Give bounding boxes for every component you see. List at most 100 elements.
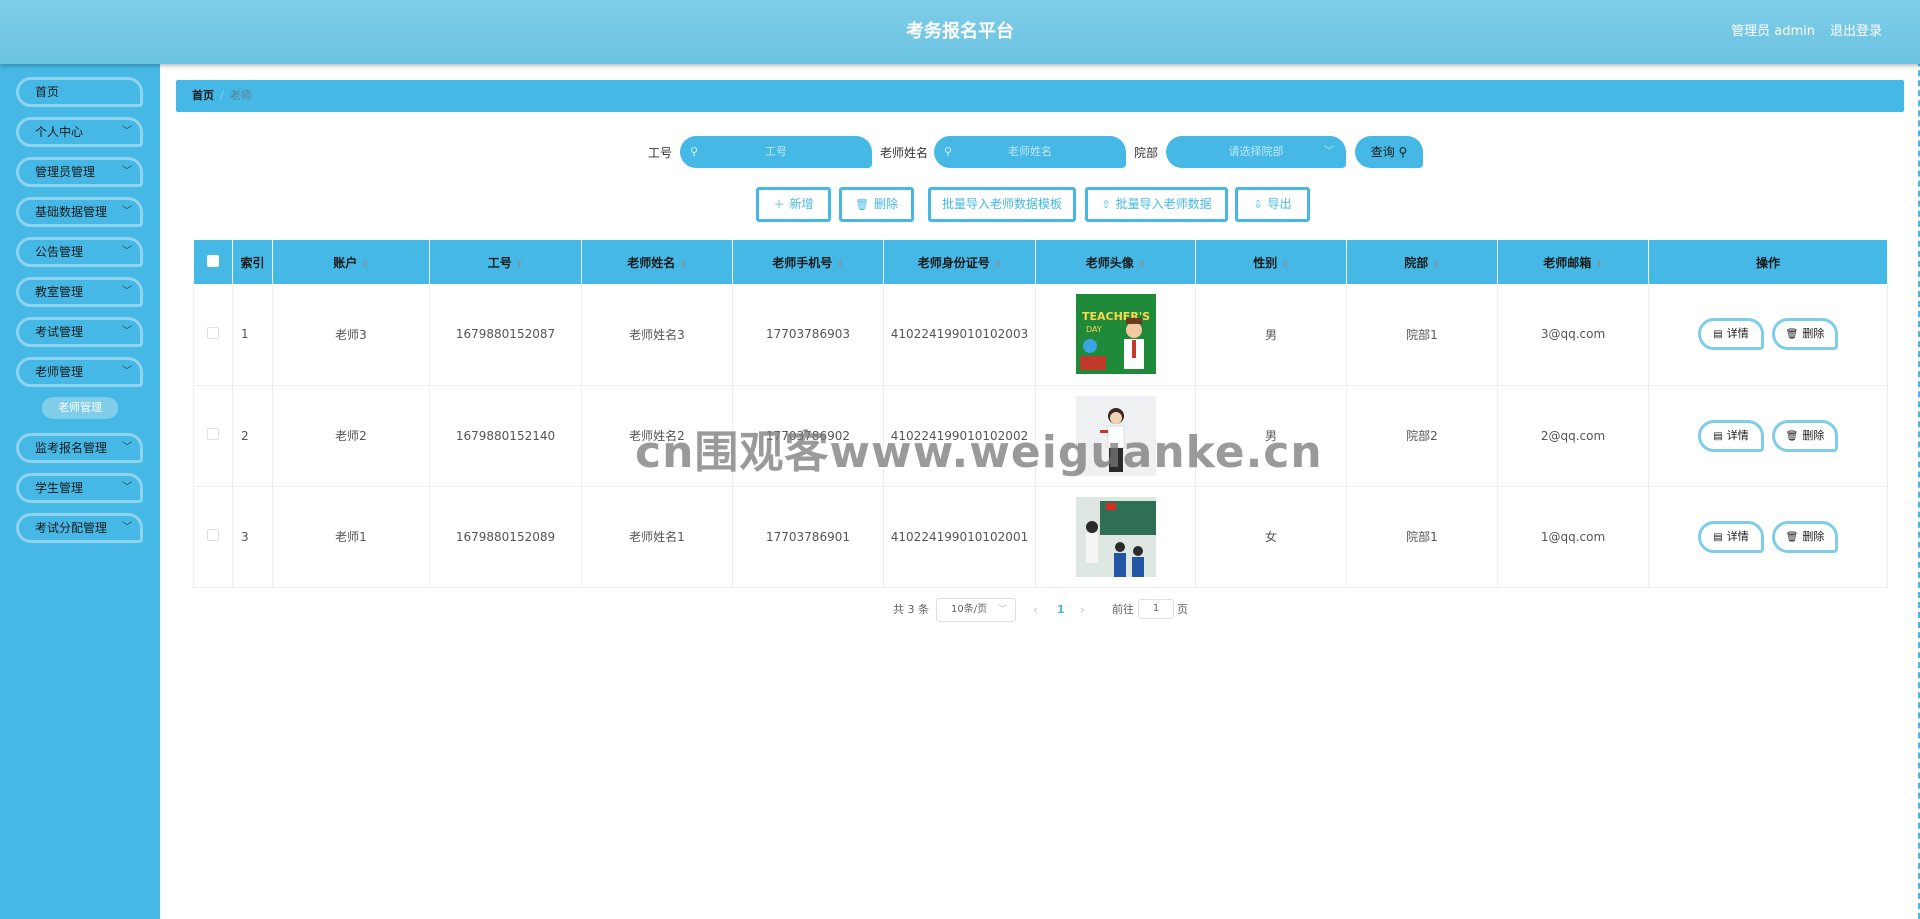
cell-idcard: 410224199010102003: [883, 284, 1036, 386]
col-name-label: 老师姓名: [627, 255, 676, 270]
page-number-current[interactable]: 1: [1057, 598, 1065, 622]
row-checkbox[interactable]: [193, 385, 233, 487]
col-phone[interactable]: 老师手机号 ⬍: [732, 240, 884, 284]
sidebar-item-label: 学生管理: [35, 481, 84, 495]
upload-icon: ⇧: [1101, 198, 1111, 211]
chevron-down-icon: ﹀: [997, 605, 1007, 615]
cell-gender: 女: [1195, 486, 1347, 588]
cell-avatar: [1035, 385, 1196, 487]
sort-icon: ⬍: [836, 259, 844, 270]
table-header-row: 索引 账户 ⬍ 工号 ⬍ 老师姓名 ⬍ 老师手机号 ⬍ 老师身份证号 ⬍ 老师头像 ⬍ 性别…: [193, 240, 1888, 284]
row-checkbox[interactable]: [193, 284, 233, 386]
checkbox-icon: [206, 254, 219, 267]
sidebar-item-label: 教室管理: [35, 285, 84, 299]
delete-button[interactable]: 🗑 删除: [1772, 520, 1838, 553]
cell-dept: 院部2: [1346, 385, 1498, 487]
col-avatar[interactable]: 老师头像 ⬍: [1035, 240, 1196, 284]
sidebar-item-notice[interactable]: 公告管理 ﹀: [16, 237, 143, 267]
sidebar-item-label: 个人中心: [35, 125, 84, 139]
cell-avatar: [1035, 486, 1196, 588]
template-label: 批量导入老师数据模板: [941, 197, 1062, 211]
goto-label: 前往: [1112, 603, 1134, 616]
col-dept-label: 院部: [1404, 255, 1429, 270]
col-actions: 操作: [1648, 240, 1888, 284]
detail-button[interactable]: ▤ 详情: [1698, 318, 1764, 351]
sidebar-subitem-teacher-manage[interactable]: 老师管理: [42, 397, 118, 419]
delete-label: 删除: [1802, 327, 1825, 341]
table-row: 2 老师2 1679880152140 老师姓名2 17703786902 41…: [193, 385, 1888, 487]
add-button[interactable]: ＋ 新增: [756, 187, 831, 222]
detail-label: 详情: [1726, 428, 1749, 442]
id-label: 工号: [648, 146, 673, 160]
svg-text:DAY: DAY: [1086, 325, 1102, 334]
delete-button[interactable]: 🗑 删除: [1772, 419, 1838, 452]
sidebar-item-home[interactable]: 首页: [16, 77, 143, 107]
breadcrumb-home[interactable]: 首页: [192, 89, 214, 102]
cell-dept: 院部1: [1346, 486, 1498, 588]
detail-button[interactable]: ▤ 详情: [1698, 520, 1764, 553]
sidebar-item-teacher[interactable]: 老师管理 ﹀: [16, 357, 143, 387]
sidebar-item-admin[interactable]: 管理员管理 ﹀: [16, 157, 143, 187]
row-checkbox[interactable]: [193, 486, 233, 588]
cell-id: 1679880152140: [429, 385, 582, 487]
sidebar-item-classroom[interactable]: 教室管理 ﹀: [16, 277, 143, 307]
export-label: 导出: [1267, 197, 1292, 211]
dept-select[interactable]: 请选择院部 ﹀: [1166, 136, 1346, 168]
col-id[interactable]: 工号 ⬍: [429, 240, 582, 284]
batch-delete-button[interactable]: 🗑 删除: [839, 187, 914, 222]
teacher-photo[interactable]: [1075, 395, 1156, 476]
dept-placeholder: 请选择院部: [1228, 145, 1284, 158]
document-icon: ▤: [1713, 329, 1723, 341]
delete-label: 删除: [1802, 428, 1825, 442]
id-search-input[interactable]: ⚲ 工号: [680, 136, 872, 168]
cell-index: 1: [232, 284, 273, 386]
teacher-table: 索引 账户 ⬍ 工号 ⬍ 老师姓名 ⬍ 老师手机号 ⬍ 老师身份证号 ⬍ 老师头像 ⬍ 性别…: [193, 240, 1888, 588]
sort-icon: ⬍: [1281, 259, 1289, 270]
goto-page-input[interactable]: 1: [1138, 599, 1174, 619]
col-gender[interactable]: 性别 ⬍: [1195, 240, 1347, 284]
delete-label: 删除: [873, 197, 898, 211]
delete-button[interactable]: 🗑 删除: [1772, 318, 1838, 351]
col-gender-label: 性别: [1253, 255, 1278, 270]
trash-icon: 🗑: [1785, 430, 1799, 442]
export-button[interactable]: ⇩ 导出: [1235, 187, 1310, 222]
col-account-label: 账户: [333, 255, 358, 270]
batch-import-button[interactable]: ⇧ 批量导入老师数据: [1085, 187, 1228, 222]
sidebar-item-invigilation[interactable]: 监考报名管理 ﹀: [16, 433, 143, 463]
sidebar-item-basic-data[interactable]: 基础数据管理 ﹀: [16, 197, 143, 227]
import-template-button[interactable]: 批量导入老师数据模板: [928, 187, 1076, 222]
table-row: 3 老师1 1679880152089 老师姓名1 17703786901 41…: [193, 486, 1888, 588]
chevron-down-icon: ﹀: [122, 206, 132, 217]
logout-link[interactable]: 退出登录: [1830, 0, 1882, 64]
chevron-down-icon: ﹀: [122, 126, 132, 137]
cell-actions: ▤ 详情 🗑 删除: [1648, 385, 1888, 487]
next-page-button[interactable]: ›: [1080, 598, 1085, 622]
teachers-day-illustration[interactable]: TEACHER'S DAY: [1075, 294, 1156, 375]
sort-icon: ⬍: [1432, 259, 1440, 270]
chevron-down-icon: ﹀: [122, 286, 132, 297]
col-account[interactable]: 账户 ⬍: [272, 240, 430, 284]
sort-icon: ⬍: [1137, 259, 1146, 270]
teacher-name-search-input[interactable]: ⚲ 老师姓名: [934, 136, 1126, 168]
detail-button[interactable]: ▤ 详情: [1698, 419, 1764, 452]
page-size-select[interactable]: 10条/页 ﹀: [936, 598, 1016, 622]
prev-page-button[interactable]: ‹: [1033, 598, 1038, 622]
sort-icon: ⬍: [361, 259, 369, 270]
col-name[interactable]: 老师姓名 ⬍: [581, 240, 733, 284]
col-idcard[interactable]: 老师身份证号 ⬍: [883, 240, 1036, 284]
select-all-checkbox[interactable]: [193, 240, 233, 284]
sidebar-item-label: 管理员管理: [35, 165, 96, 179]
cell-account: 老师2: [272, 385, 430, 487]
sidebar-item-exam[interactable]: 考试管理 ﹀: [16, 317, 143, 347]
sidebar-item-student[interactable]: 学生管理 ﹀: [16, 473, 143, 503]
classroom-photo[interactable]: [1075, 496, 1156, 577]
col-dept[interactable]: 院部 ⬍: [1346, 240, 1498, 284]
query-button[interactable]: 查询 ⚲: [1355, 136, 1423, 168]
app-title: 考务报名平台: [906, 21, 1014, 42]
cell-phone: 17703786902: [732, 385, 884, 487]
chevron-down-icon: ﹀: [122, 166, 132, 177]
sidebar-item-profile[interactable]: 个人中心 ﹀: [16, 117, 143, 147]
cell-actions: ▤ 详情 🗑 删除: [1648, 486, 1888, 588]
col-email[interactable]: 老师邮箱 ⬍: [1497, 240, 1649, 284]
sidebar-item-allocation[interactable]: 考试分配管理 ﹀: [16, 513, 143, 543]
